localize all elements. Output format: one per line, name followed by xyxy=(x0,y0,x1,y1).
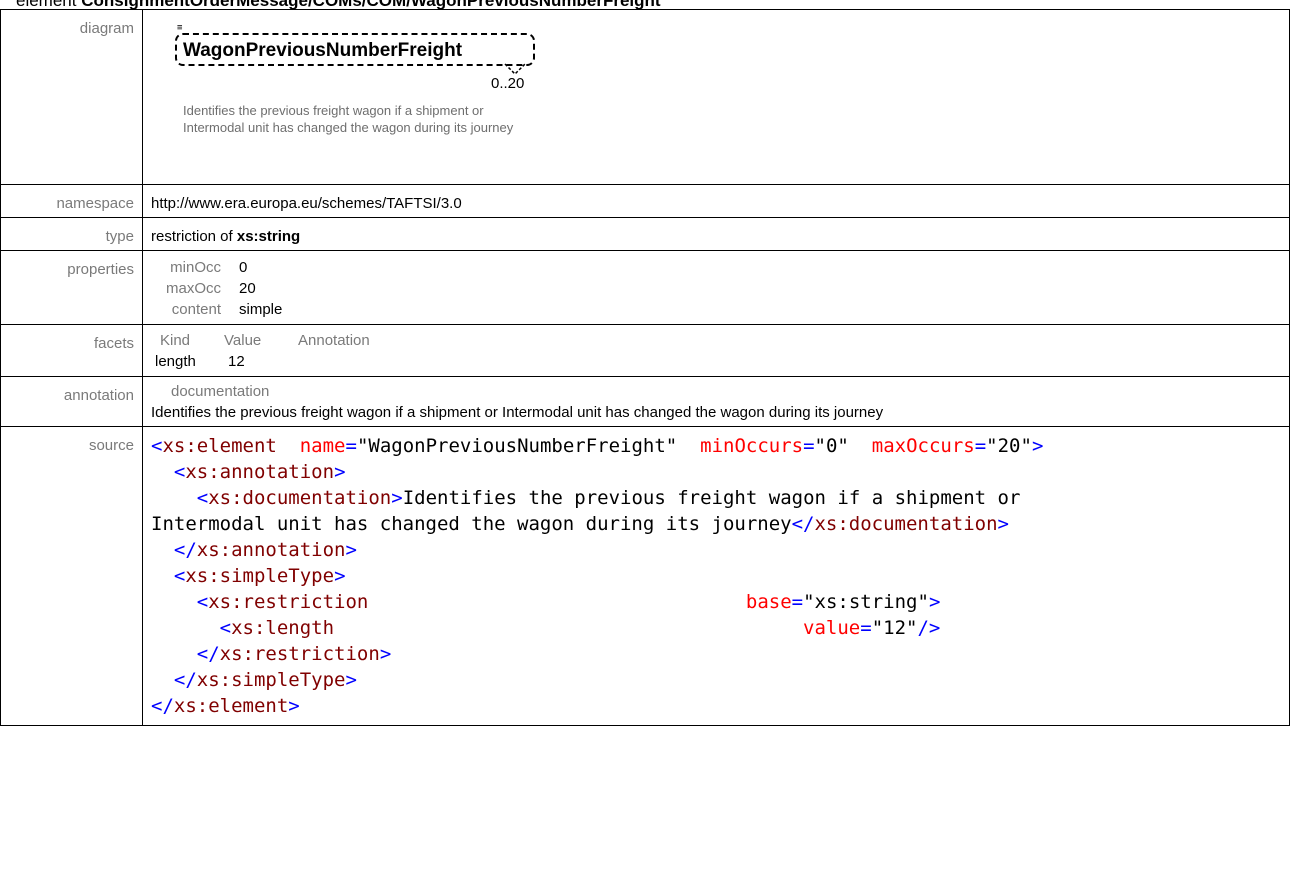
element-doc-table: diagram ≡ WagonPreviousNumberFreight 0..… xyxy=(0,9,1290,726)
properties-list: minOcc 0 maxOcc 20 content simple xyxy=(143,251,1289,324)
facet-kind: length xyxy=(155,353,196,370)
diagram-documentation: Identifies the previous freight wagon if… xyxy=(183,103,514,135)
source-code-block: <xs:element name="WagonPreviousNumberFre… xyxy=(151,435,1044,717)
label-facets: facets xyxy=(0,324,143,377)
facet-value: 12 xyxy=(228,353,245,370)
label-source: source xyxy=(0,426,143,726)
row-properties: properties minOcc 0 maxOcc 20 content si… xyxy=(0,250,1290,325)
property-key: content xyxy=(171,301,221,318)
namespace-value: http://www.era.europa.eu/schemes/TAFTSI/… xyxy=(142,184,1290,218)
facets-cell: Kind Value Annotation length 12 xyxy=(142,324,1290,377)
type-base-link[interactable]: xs:string xyxy=(237,228,300,245)
label-annotation: annotation xyxy=(0,376,143,427)
row-source: source <xs:element name="WagonPreviousNu… xyxy=(0,426,1290,726)
type-value: restriction of xs:string xyxy=(142,217,1290,251)
annotation-text: Identifies the previous freight wagon if… xyxy=(151,404,884,421)
facets-header-annotation: Annotation xyxy=(298,332,370,349)
element-diagram: ≡ WagonPreviousNumberFreight 0..20 Ident… xyxy=(151,10,1289,184)
property-value: simple xyxy=(239,301,283,318)
diagram-element-name: WagonPreviousNumberFreight xyxy=(183,40,463,61)
diagram-cell: ≡ WagonPreviousNumberFreight 0..20 Ident… xyxy=(142,9,1290,185)
label-diagram: diagram xyxy=(0,9,143,185)
diagram-occurrence: 0..20 xyxy=(491,75,525,92)
annotation-heading: documentation xyxy=(171,383,270,400)
property-key: maxOcc xyxy=(165,280,221,297)
source-cell: <xs:element name="WagonPreviousNumberFre… xyxy=(142,426,1290,726)
property-value: 0 xyxy=(239,259,248,276)
sequence-icon: ≡ xyxy=(177,23,183,33)
property-value: 20 xyxy=(239,280,256,297)
row-namespace: namespace http://www.era.europa.eu/schem… xyxy=(0,184,1290,218)
facet-annotation xyxy=(293,351,1289,372)
row-facets: facets Kind Value Annotation length 12 xyxy=(0,324,1290,377)
annotation-cell: documentation Identifies the previous fr… xyxy=(142,376,1290,427)
label-type: type xyxy=(0,217,143,251)
facets-table: Kind Value Annotation length 12 xyxy=(143,325,1289,376)
properties-cell: minOcc 0 maxOcc 20 content simple xyxy=(142,250,1290,325)
label-namespace: namespace xyxy=(0,184,143,218)
row-type: type restriction of xs:string xyxy=(0,217,1290,251)
row-diagram: diagram ≡ WagonPreviousNumberFreight 0..… xyxy=(0,9,1290,185)
facets-header-kind: Kind xyxy=(160,332,191,349)
row-annotation: annotation documentation Identifies the … xyxy=(0,376,1290,427)
type-prefix: restriction of xyxy=(151,228,233,245)
label-properties: properties xyxy=(0,250,143,325)
facets-header-value: Value xyxy=(224,332,262,349)
property-key: minOcc xyxy=(170,259,221,276)
